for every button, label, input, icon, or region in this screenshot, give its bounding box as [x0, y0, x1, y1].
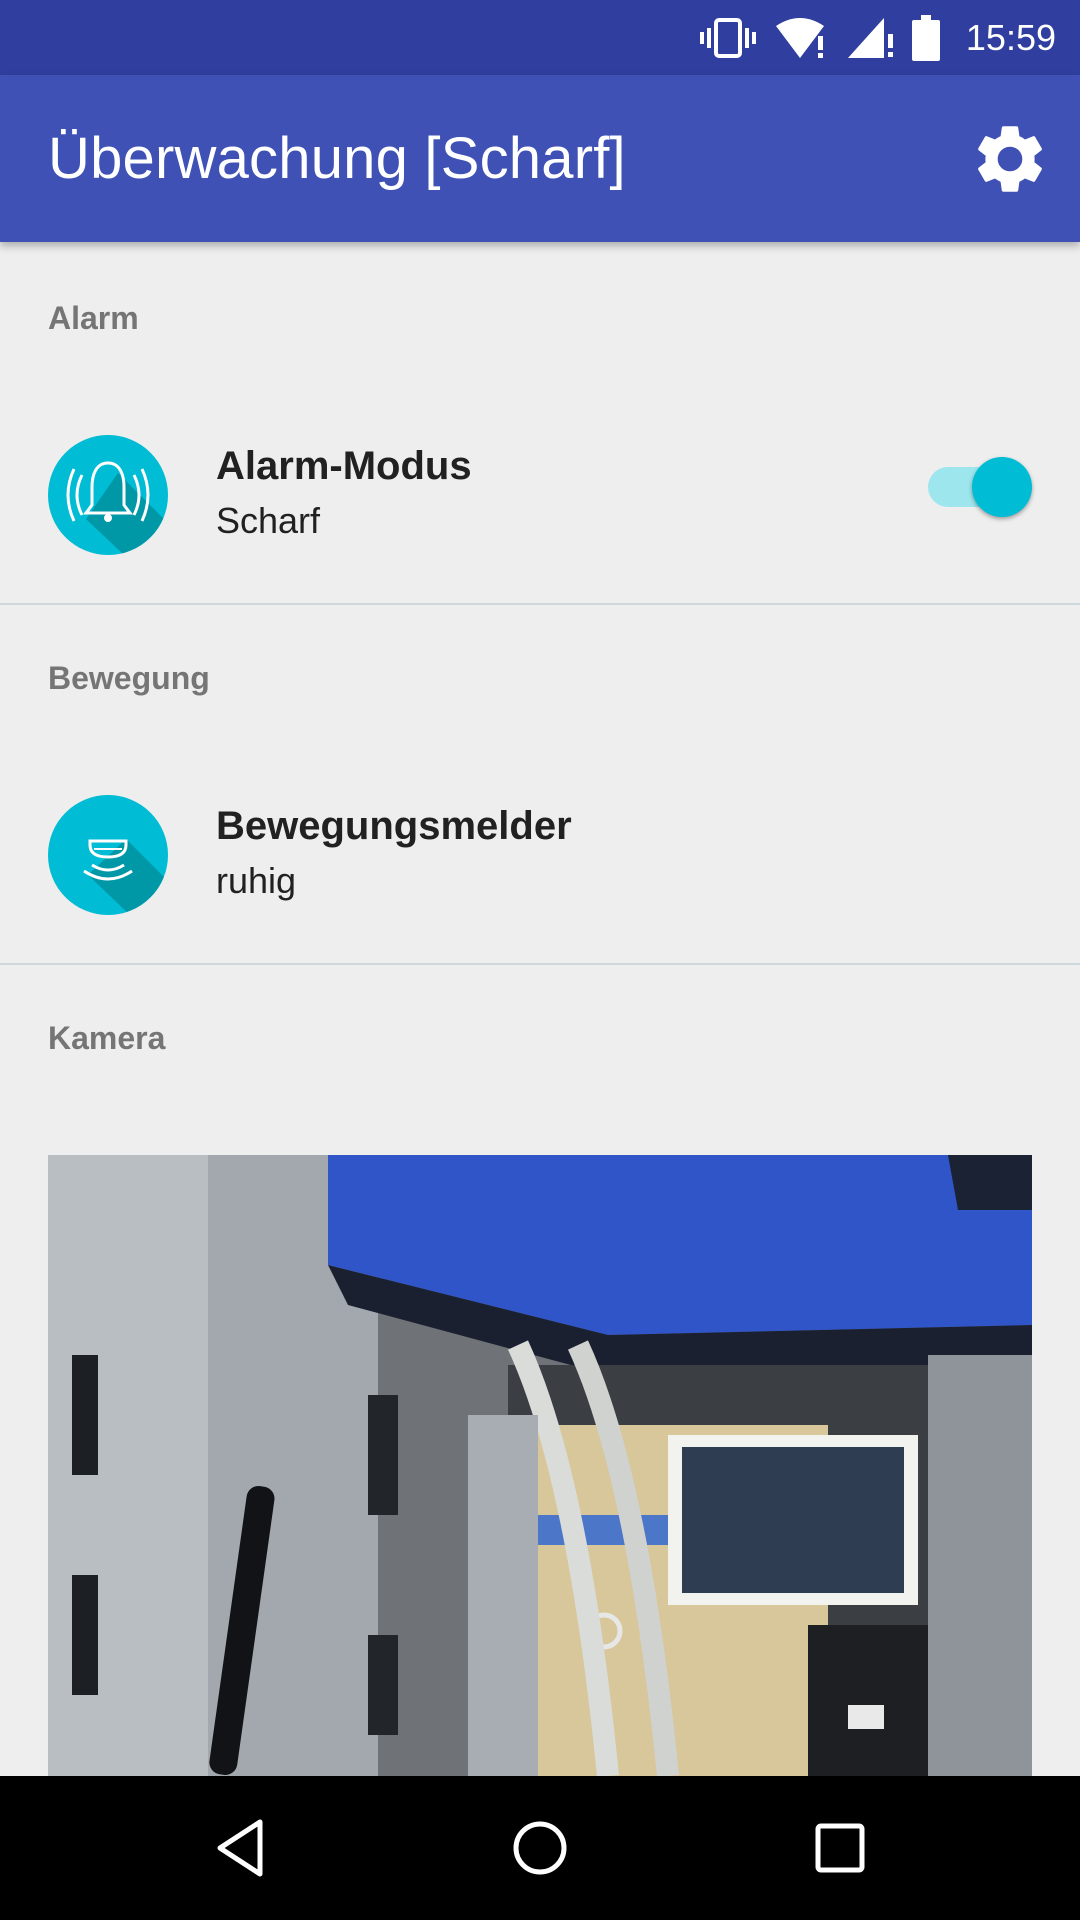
- back-icon[interactable]: [202, 1808, 282, 1888]
- list-item-motion-sensor[interactable]: Bewegungsmelder ruhig: [0, 774, 1080, 934]
- recents-icon[interactable]: [800, 1808, 880, 1888]
- vibrate-icon: [699, 17, 756, 58]
- status-icons: 15:59: [699, 0, 1056, 75]
- section-header-camera: Kamera: [48, 1020, 166, 1056]
- app-bar: Überwachung [Scharf]: [0, 75, 1080, 242]
- item-title: Bewegungsmelder: [216, 804, 572, 848]
- page-title: Überwachung [Scharf]: [48, 126, 626, 191]
- battery-icon: [911, 14, 940, 61]
- motion-sensor-icon: [48, 795, 168, 915]
- section-header-alarm: Alarm: [48, 300, 139, 336]
- item-subtitle: ruhig: [216, 860, 297, 901]
- settings-button[interactable]: [964, 113, 1056, 205]
- status-bar: 15:59: [0, 0, 1080, 75]
- alarm-mode-toggle[interactable]: [920, 452, 1032, 517]
- toggle-thumb: [972, 457, 1032, 517]
- cell-signal-icon: [847, 17, 893, 58]
- gear-icon: [978, 126, 1042, 192]
- list-item-alarm-mode[interactable]: Alarm-Modus Scharf: [0, 414, 1080, 574]
- item-subtitle: Scharf: [216, 500, 321, 541]
- wifi-icon: [775, 17, 824, 58]
- status-time: 15:59: [965, 16, 1056, 58]
- camera-image[interactable]: [48, 1155, 1032, 1776]
- divider: [0, 603, 1080, 605]
- home-icon[interactable]: [500, 1808, 580, 1888]
- divider: [0, 963, 1080, 965]
- item-title: Alarm-Modus: [216, 444, 472, 488]
- section-header-motion: Bewegung: [48, 660, 210, 696]
- alarm-bell-icon: [48, 435, 168, 555]
- navigation-bar: [0, 1776, 1080, 1920]
